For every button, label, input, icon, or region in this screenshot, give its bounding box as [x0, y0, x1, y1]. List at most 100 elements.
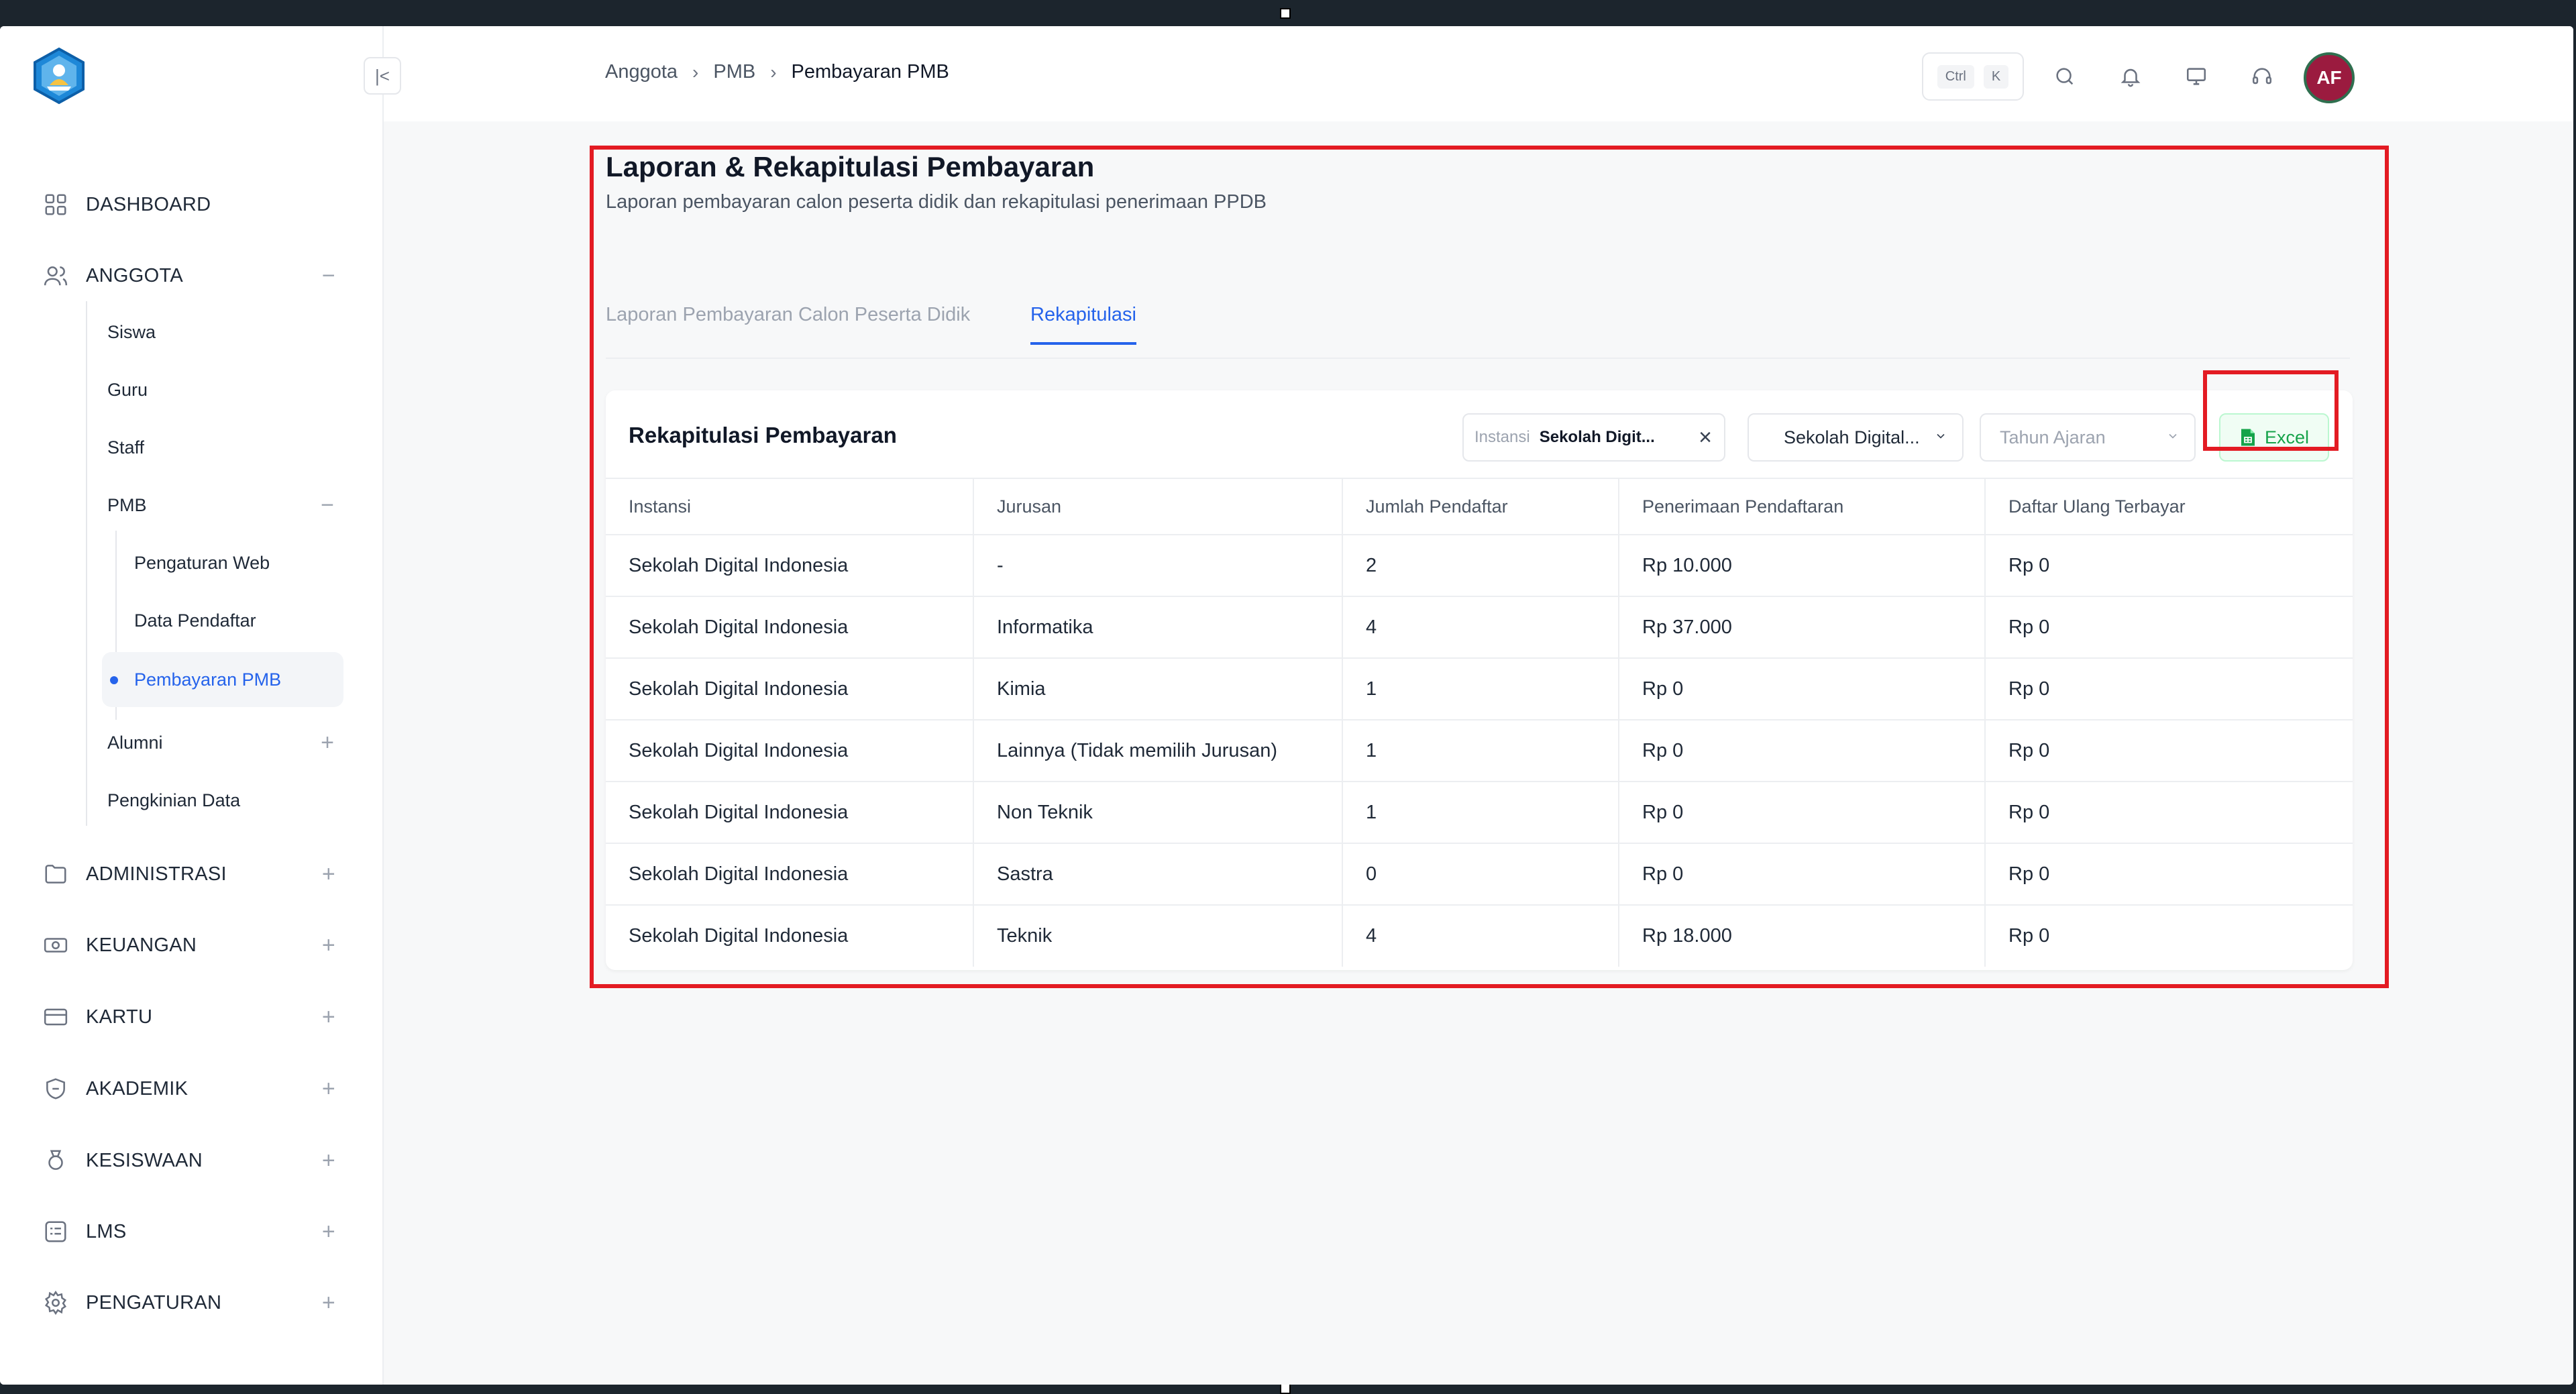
cell-daftar-ulang: Rp 0	[1984, 720, 2353, 782]
school-select-value: Sekolah Digital...	[1784, 427, 1920, 447]
tab-laporan[interactable]: Laporan Pembayaran Calon Peserta Didik	[606, 304, 970, 342]
sidebar-subitem-label: Staff	[107, 437, 145, 458]
list-icon	[42, 1218, 70, 1246]
col-penerimaan-pendaftaran[interactable]: Penerimaan Pendaftaran	[1618, 478, 1985, 535]
sidebar-item-label: AKADEMIK	[86, 1077, 189, 1100]
cell-jurusan: Non Teknik	[973, 782, 1342, 844]
sidebar-item-anggota[interactable]: ANGGOTA −	[42, 256, 343, 296]
col-daftar-ulang-terbayar[interactable]: Daftar Ulang Terbayar	[1984, 478, 2353, 535]
expand-icon[interactable]: +	[314, 859, 343, 889]
sidebar-subitem-staff[interactable]: Staff	[107, 429, 342, 466]
col-jumlah-pendaftar[interactable]: Jumlah Pendaftar	[1342, 478, 1619, 535]
expand-icon[interactable]: +	[314, 1146, 343, 1175]
expand-icon[interactable]: +	[314, 1002, 343, 1032]
cell-jurusan: Kimia	[973, 658, 1342, 720]
expand-icon[interactable]: +	[314, 1288, 343, 1318]
tab-rekapitulasi[interactable]: Rekapitulasi	[1030, 304, 1136, 345]
sidebar-item-akademik[interactable]: AKADEMIK +	[42, 1069, 343, 1109]
monitor-icon[interactable]	[2178, 58, 2214, 95]
sidebar-subitem-siswa[interactable]: Siswa	[107, 313, 342, 351]
filter-chip-instansi[interactable]: Instansi Sekolah Digit... ×	[1462, 413, 1725, 462]
sidebar-subitem-pengkinian-data[interactable]: Pengkinian Data	[107, 782, 342, 819]
cell-penerimaan: Rp 0	[1618, 843, 1985, 906]
collapse-icon[interactable]: −	[313, 490, 342, 520]
table-row: Sekolah Digital Indonesia Non Teknik 1 R…	[606, 782, 2353, 844]
cell-daftar-ulang: Rp 0	[1984, 782, 2353, 844]
expand-icon[interactable]: +	[314, 1074, 343, 1104]
sidebar: DASHBOARD ANGGOTA − Siswa Guru Staff PMB…	[0, 26, 384, 1385]
sidebar-subitem-guru[interactable]: Guru	[107, 371, 342, 409]
logo[interactable]	[30, 46, 89, 105]
sidebar-item-label: ANGGOTA	[86, 264, 183, 286]
tree-line	[86, 301, 87, 826]
cell-daftar-ulang: Rp 0	[1984, 658, 2353, 720]
sidebar-subitem-label: Alumni	[107, 732, 163, 753]
table-row: Sekolah Digital Indonesia Kimia 1 Rp 0 R…	[606, 658, 2353, 720]
table-row: Sekolah Digital Indonesia Sastra 0 Rp 0 …	[606, 843, 2353, 906]
sidebar-subitem-pmb[interactable]: PMB −	[107, 486, 342, 524]
avatar[interactable]: AF	[2304, 52, 2355, 103]
cell-penerimaan: Rp 18.000	[1618, 905, 1985, 967]
close-icon[interactable]: ×	[1699, 425, 1712, 449]
col-instansi[interactable]: Instansi	[606, 478, 973, 535]
expand-icon[interactable]: +	[314, 1217, 343, 1246]
table-row: Sekolah Digital Indonesia - 2 Rp 10.000 …	[606, 535, 2353, 597]
breadcrumb-anggota[interactable]: Anggota	[605, 61, 678, 83]
sidebar-subitem-label: Guru	[107, 379, 148, 400]
command-search-shortcut[interactable]: Ctrl K	[1922, 52, 2024, 101]
sidebar-item-label: LMS	[86, 1220, 127, 1242]
collapse-sidebar-button[interactable]: |<	[364, 57, 401, 95]
expand-icon[interactable]: +	[313, 728, 342, 757]
sidebar-item-pengaturan[interactable]: PENGATURAN +	[42, 1283, 343, 1323]
headset-icon[interactable]	[2244, 58, 2280, 95]
bell-icon[interactable]	[2112, 58, 2149, 95]
col-jurusan[interactable]: Jurusan	[973, 478, 1342, 535]
sidebar-item-dashboard[interactable]: DASHBOARD	[42, 184, 343, 225]
card-icon	[42, 1003, 70, 1031]
table-header-row: Instansi Jurusan Jumlah Pendaftar Peneri…	[606, 478, 2353, 535]
expand-icon[interactable]: +	[314, 930, 343, 960]
capture-frame-bottom	[0, 1383, 2576, 1394]
search-icon[interactable]	[2047, 58, 2083, 95]
sidebar-subitem-label: Data Pendaftar	[134, 610, 256, 631]
sidebar-subitem-label: Pembayaran PMB	[134, 669, 282, 690]
table-row: Sekolah Digital Indonesia Informatika 4 …	[606, 596, 2353, 659]
tahun-ajaran-select[interactable]: Tahun Ajaran	[1980, 413, 2196, 462]
sidebar-item-kartu[interactable]: KARTU +	[42, 997, 343, 1037]
filter-chip-value: Sekolah Digit...	[1539, 428, 1655, 446]
spreadsheet-icon	[2241, 429, 2255, 446]
filter-chip-label: Instansi	[1474, 428, 1530, 446]
sidebar-item-administrasi[interactable]: ADMINISTRASI +	[42, 854, 343, 894]
cell-instansi: Sekolah Digital Indonesia	[606, 535, 973, 597]
sidebar-item-keuangan[interactable]: KEUANGAN +	[42, 925, 343, 965]
sidebar-subitem-alumni[interactable]: Alumni +	[107, 724, 342, 761]
chevron-right-icon: ›	[770, 61, 777, 83]
sidebar-item-data-pendaftar[interactable]: Data Pendaftar	[134, 602, 342, 639]
chevron-down-icon	[2169, 433, 2177, 439]
breadcrumb-pmb[interactable]: PMB	[713, 61, 755, 83]
sidebar-item-lms[interactable]: LMS +	[42, 1212, 343, 1252]
folder-icon	[42, 860, 70, 888]
cell-penerimaan: Rp 10.000	[1618, 535, 1985, 597]
collapse-sidebar-icon: |<	[375, 65, 390, 86]
capture-frame-right	[2573, 0, 2576, 1393]
chevron-down-icon	[1937, 433, 1945, 439]
gear-icon	[42, 1289, 70, 1317]
cell-instansi: Sekolah Digital Indonesia	[606, 658, 973, 720]
cell-penerimaan: Rp 37.000	[1618, 596, 1985, 659]
grid-icon	[42, 191, 70, 219]
cell-jurusan: Informatika	[973, 596, 1342, 659]
cell-jumlah: 4	[1342, 905, 1619, 967]
collapse-icon[interactable]: −	[314, 261, 343, 290]
card-title: Rekapitulasi Pembayaran	[629, 423, 897, 447]
book-shield-icon	[42, 1075, 70, 1103]
table-row: Sekolah Digital Indonesia Teknik 4 Rp 18…	[606, 905, 2353, 967]
excel-export-button[interactable]: Excel	[2219, 413, 2329, 462]
sidebar-item-kesiswaan[interactable]: KESISWAAN +	[42, 1140, 343, 1181]
cell-instansi: Sekolah Digital Indonesia	[606, 720, 973, 782]
sidebar-item-label: KEUANGAN	[86, 934, 197, 956]
sidebar-item-pengaturan-web[interactable]: Pengaturan Web	[134, 544, 342, 582]
school-select[interactable]: Sekolah Digital...	[1748, 413, 1964, 462]
sidebar-item-pembayaran-pmb[interactable]: Pembayaran PMB	[102, 652, 343, 707]
cell-penerimaan: Rp 0	[1618, 782, 1985, 844]
